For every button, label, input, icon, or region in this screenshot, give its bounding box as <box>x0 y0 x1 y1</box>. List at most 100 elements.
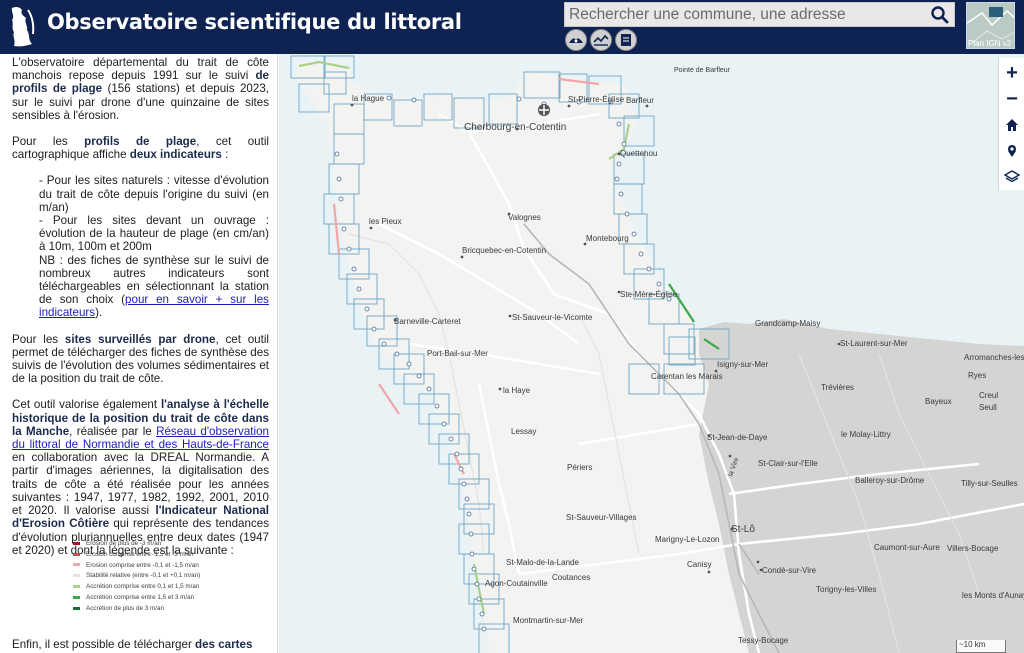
profile-station-marker[interactable] <box>616 161 622 167</box>
legend-item: Stabilité relative (entre -0,1 et +0,1 m… <box>73 571 200 582</box>
profile-station-marker[interactable] <box>469 551 475 557</box>
legend-item: Erosion de plus de -3 m/an <box>73 539 200 550</box>
map-canvas[interactable]: Pointe de Barfleur la Hague Cherbourg-en-C… <box>279 54 1024 653</box>
profile-station-marker[interactable] <box>638 251 644 257</box>
profile-station-marker[interactable] <box>334 151 340 157</box>
legend-label: Erosion comprise entre -0,1 et -1,5 m/an <box>86 561 199 569</box>
layers-icon[interactable] <box>999 164 1024 190</box>
profile-station-marker[interactable] <box>614 176 620 182</box>
profile-station-marker[interactable] <box>454 451 460 457</box>
place-label: Caumont-sur-Aure <box>874 543 940 552</box>
place-label: les Pieux <box>369 217 401 226</box>
place-label: Arromanches-les-B <box>964 353 1024 362</box>
profile-station-marker[interactable] <box>474 581 480 587</box>
profile-tool-button[interactable] <box>590 29 612 51</box>
profile-station-marker[interactable] <box>464 496 470 502</box>
place-label: Périers <box>567 463 592 472</box>
profile-station-marker[interactable] <box>471 566 477 572</box>
profile-station-marker[interactable] <box>631 231 637 237</box>
place-marker <box>460 255 464 259</box>
legend-swatch <box>73 606 80 610</box>
app-title: Observatoire scientifique du littoral <box>47 10 462 34</box>
place-label: Bayeux <box>925 397 952 406</box>
place-label: St-Laurent-sur-Mer <box>840 339 908 348</box>
search-input[interactable] <box>565 3 925 26</box>
profile-station-marker[interactable] <box>416 373 422 379</box>
profile-station-marker[interactable] <box>479 611 485 617</box>
legend-label: Accrétion comprise entre 1,5 et 3 m/an <box>86 593 195 601</box>
search-icon[interactable] <box>930 5 950 25</box>
place-marker <box>515 127 519 131</box>
profile-station-marker[interactable] <box>406 361 412 367</box>
place-marker <box>645 104 649 108</box>
erosion-legend: Erosion de plus de -3 m/an Erosion compri… <box>73 539 200 615</box>
profile-station-marker[interactable] <box>624 211 630 217</box>
place-label: St-Clair-sur-l'Elle <box>758 459 818 468</box>
profile-station-marker[interactable] <box>516 96 522 102</box>
place-label: Tilly-sur-Seulles <box>961 479 1018 488</box>
profile-station-marker[interactable] <box>336 176 342 182</box>
search-bar[interactable] <box>564 2 955 27</box>
profile-station-marker[interactable] <box>346 246 352 252</box>
place-label: Agon-Coutainville <box>485 579 548 588</box>
profile-station-marker[interactable] <box>448 436 454 442</box>
info-sidebar[interactable]: L'observatoire départemental du trait de… <box>0 54 278 653</box>
profile-station-marker[interactable] <box>434 403 440 409</box>
profile-station-marker[interactable] <box>356 286 362 292</box>
place-marker <box>728 454 732 458</box>
map-controls: + − <box>998 58 1024 190</box>
profile-station-marker[interactable] <box>351 266 357 272</box>
profile-station-marker[interactable] <box>461 481 467 487</box>
place-marker <box>369 226 373 230</box>
place-label: St-Sauveur-le-Vicomte <box>512 313 593 322</box>
place-label: Montmartin-sur-Mer <box>513 616 584 625</box>
profile-station-marker[interactable] <box>618 191 624 197</box>
profile-station-marker[interactable] <box>341 226 347 232</box>
profile-station-marker[interactable] <box>621 141 627 147</box>
profile-station-marker[interactable] <box>338 196 344 202</box>
legend-swatch <box>73 585 80 589</box>
geolocate-icon[interactable] <box>999 138 1024 164</box>
place-marker <box>707 434 711 438</box>
profile-station-marker[interactable] <box>458 466 464 472</box>
place-marker <box>759 568 763 572</box>
scale-bar: ~10 km <box>956 640 1006 653</box>
profile-station-marker[interactable] <box>371 326 377 332</box>
home-icon[interactable] <box>999 112 1024 138</box>
manche-logo[interactable] <box>6 4 38 50</box>
place-label: Torigny-les-Villes <box>816 585 876 594</box>
zoom-in-button[interactable]: + <box>999 60 1024 86</box>
intro-paragraph: L'observatoire départemental du trait de… <box>12 56 269 122</box>
legend-item: Accrétion de plus de 3 m/an <box>73 604 200 615</box>
profile-station-marker[interactable] <box>441 421 447 427</box>
profile-station-marker[interactable] <box>426 386 432 392</box>
profile-station-marker[interactable] <box>646 266 652 272</box>
place-marker <box>707 570 711 574</box>
profile-station-marker[interactable] <box>386 95 392 101</box>
profile-station-marker[interactable] <box>411 97 417 103</box>
document-tool-button[interactable] <box>615 29 637 51</box>
place-label: St-Jean-de-Daye <box>707 433 768 442</box>
profile-station-marker[interactable] <box>468 531 474 537</box>
profiles-paragraph: Pour les profils de plage, cet outil car… <box>12 135 269 162</box>
profile-station-marker[interactable] <box>481 626 487 632</box>
map-svg[interactable]: Pointe de Barfleur la Hague Cherbourg-en-C… <box>279 54 1024 653</box>
app-header: Observatoire scientifique du littoral Re… <box>0 0 1024 54</box>
print-map-button[interactable] <box>565 29 587 51</box>
place-label: Cherbourg-en-Cotentin <box>464 122 566 133</box>
place-label: Balleroy-sur-Drôme <box>855 476 925 485</box>
profile-station-marker[interactable] <box>476 596 482 602</box>
profile-station-marker[interactable] <box>466 511 472 517</box>
profile-station-marker[interactable] <box>381 341 387 347</box>
indicator-natural-sites: - Pour les sites naturels : vitesse d'év… <box>39 174 269 214</box>
place-label: Canisy <box>687 560 711 569</box>
place-label: Lessay <box>511 427 536 436</box>
place-marker <box>350 103 354 107</box>
zoom-out-button[interactable]: − <box>999 86 1024 112</box>
legend-label: Erosion comprise entre -1,5 et -3 m/an <box>86 550 194 558</box>
profile-station-marker[interactable] <box>656 281 662 287</box>
profile-station-marker[interactable] <box>364 306 370 312</box>
profile-station-marker[interactable] <box>394 351 400 357</box>
indicator-note: NB : des fiches de synthèse sur le suivi… <box>39 253 269 320</box>
profile-station-marker[interactable] <box>616 121 622 127</box>
